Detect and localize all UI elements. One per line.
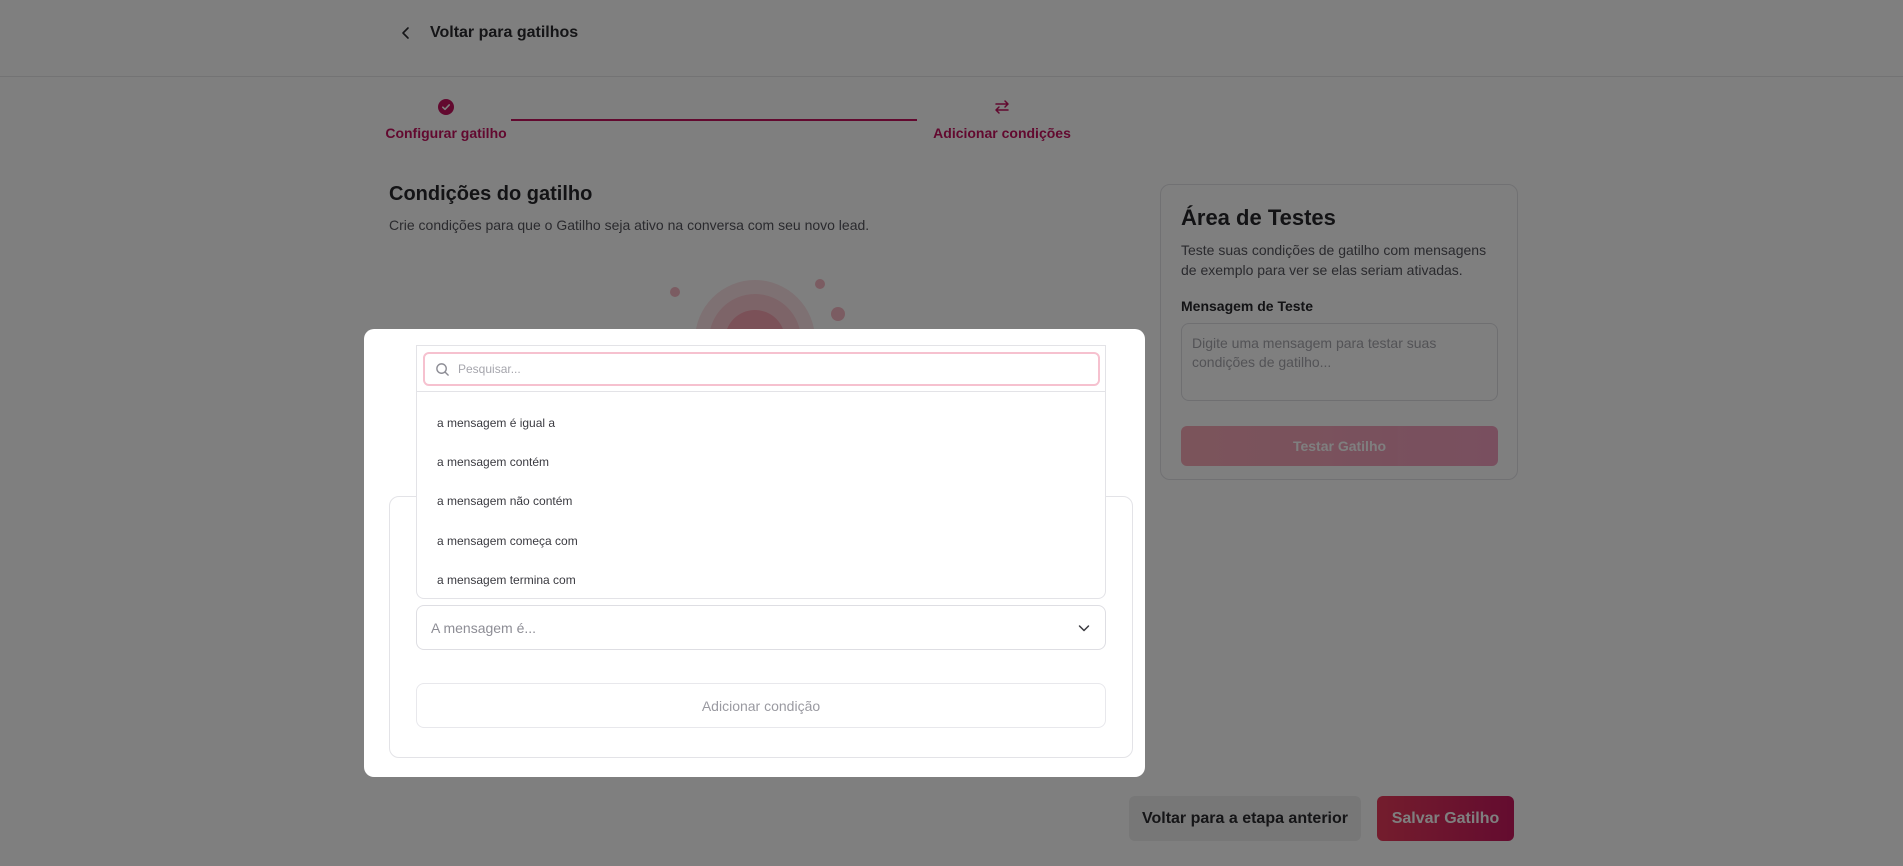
add-condition-button[interactable]: Adicionar condição: [416, 683, 1106, 728]
search-icon: [436, 362, 449, 376]
dropdown-search: [423, 352, 1100, 386]
add-condition-modal: A mensagem é... Adicionar condição a men…: [364, 329, 1145, 777]
select-placeholder: A mensagem é...: [431, 619, 537, 636]
option-contains[interactable]: a mensagem contém: [417, 442, 1105, 481]
option-starts-with[interactable]: a mensagem começa com: [417, 521, 1105, 560]
dropdown-options: a mensagem é igual a a mensagem contém a…: [417, 403, 1105, 599]
condition-type-select[interactable]: A mensagem é...: [416, 605, 1106, 650]
option-equals[interactable]: a mensagem é igual a: [417, 403, 1105, 442]
search-input[interactable]: [458, 362, 1078, 376]
condition-type-dropdown: a mensagem é igual a a mensagem contém a…: [416, 345, 1106, 599]
chevron-down-icon: [1078, 624, 1090, 631]
option-not-contains[interactable]: a mensagem não contém: [417, 482, 1105, 521]
dropdown-divider: [417, 391, 1105, 392]
option-ends-with[interactable]: a mensagem termina com: [417, 560, 1105, 599]
